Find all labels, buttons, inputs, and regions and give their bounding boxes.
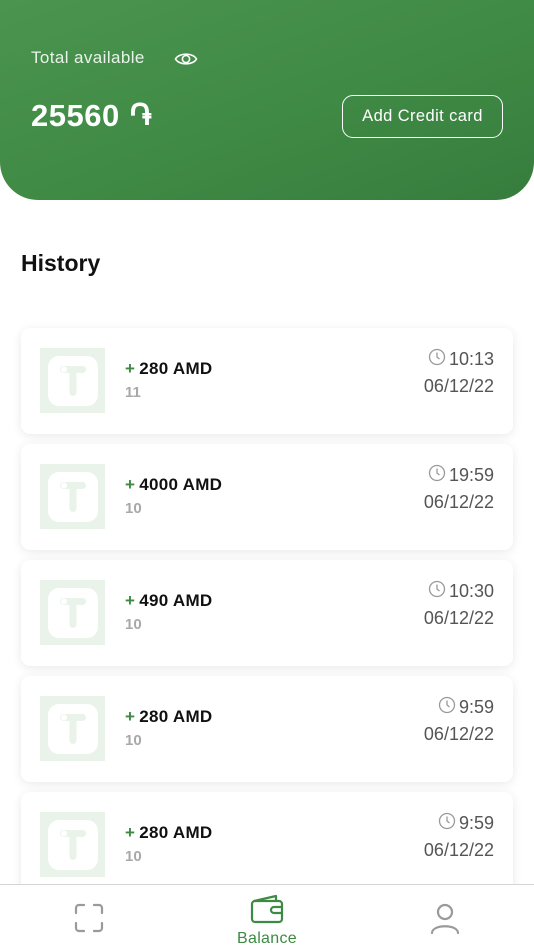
transaction-date: 06/12/22 (423, 608, 494, 628)
transaction-time: 9:59 (438, 812, 494, 834)
transaction-id: 10 (125, 616, 142, 633)
clock-icon (438, 812, 456, 829)
transaction-amount: +4000 AMD (125, 475, 222, 495)
balance-header: Total available 25560 ֏ Add Credit card (0, 0, 534, 200)
transaction-date: 06/12/22 (423, 492, 494, 512)
transaction-time: 9:59 (438, 696, 494, 718)
transaction-time: 10:30 (428, 580, 494, 602)
clock-icon (428, 348, 446, 365)
list-item[interactable]: +280 AMD 11 10:13 06/12/22 (21, 328, 513, 434)
amount-value: 4000 AMD (139, 475, 223, 494)
transaction-amount: +280 AMD (125, 359, 213, 379)
time-value: 10:13 (448, 349, 494, 369)
add-credit-card-button[interactable]: Add Credit card (342, 95, 503, 138)
user-icon[interactable] (429, 902, 461, 934)
merchant-logo (40, 580, 105, 645)
merchant-logo (40, 696, 105, 761)
clock-icon (438, 696, 456, 713)
list-item[interactable]: +4000 AMD 10 19:59 06/12/22 (21, 444, 513, 550)
time-value: 10:30 (448, 581, 494, 601)
nav-balance-tab[interactable]: Balance (227, 893, 307, 949)
amount-value: 280 AMD (139, 823, 213, 842)
transaction-date: 06/12/22 (423, 840, 494, 860)
transaction-date: 06/12/22 (423, 376, 494, 396)
time-value: 9:59 (458, 813, 494, 833)
transaction-date: 06/12/22 (423, 724, 494, 744)
amount-value: 490 AMD (139, 591, 213, 610)
history-title: History (21, 250, 101, 276)
transaction-id: 10 (125, 732, 142, 749)
balance-row: 25560 ֏ (31, 98, 152, 134)
t-logo-icon (59, 829, 86, 860)
transaction-amount: +280 AMD (125, 823, 213, 843)
transaction-time: 19:59 (428, 464, 494, 486)
time-value: 19:59 (448, 465, 494, 485)
merchant-logo (40, 812, 105, 877)
currency-symbol: ֏ (129, 99, 152, 132)
bottom-navigation: Balance (0, 884, 534, 950)
amount-value: 280 AMD (139, 707, 213, 726)
transaction-id: 10 (125, 500, 142, 517)
total-available-label: Total available (31, 48, 145, 67)
t-logo-icon (59, 713, 86, 744)
transaction-time: 10:13 (428, 348, 494, 370)
amount-sign: + (125, 591, 136, 610)
amount-sign: + (125, 823, 136, 842)
transaction-id: 10 (125, 848, 142, 865)
transaction-amount: +490 AMD (125, 591, 213, 611)
amount-sign: + (125, 707, 136, 726)
list-item[interactable]: +490 AMD 10 10:30 06/12/22 (21, 560, 513, 666)
amount-value: 280 AMD (139, 359, 213, 378)
scan-frame-icon[interactable] (74, 903, 104, 933)
amount-sign: + (125, 475, 136, 494)
t-logo-icon (59, 481, 86, 512)
nav-balance-label: Balance (237, 930, 297, 947)
balance-amount: 25560 (31, 98, 120, 133)
merchant-logo (40, 464, 105, 529)
list-item[interactable]: +280 AMD 10 9:59 06/12/22 (21, 792, 513, 898)
eye-icon[interactable] (174, 48, 198, 70)
clock-icon (428, 580, 446, 597)
merchant-logo (40, 348, 105, 413)
clock-icon (428, 464, 446, 481)
transaction-amount: +280 AMD (125, 707, 213, 727)
wallet-icon (250, 894, 284, 924)
history-list: +280 AMD 11 10:13 06/12/22 +4000 AMD 10 (21, 328, 513, 908)
transaction-id: 11 (125, 384, 141, 401)
time-value: 9:59 (458, 697, 494, 717)
list-item[interactable]: +280 AMD 10 9:59 06/12/22 (21, 676, 513, 782)
t-logo-icon (59, 365, 86, 396)
t-logo-icon (59, 597, 86, 628)
amount-sign: + (125, 359, 136, 378)
